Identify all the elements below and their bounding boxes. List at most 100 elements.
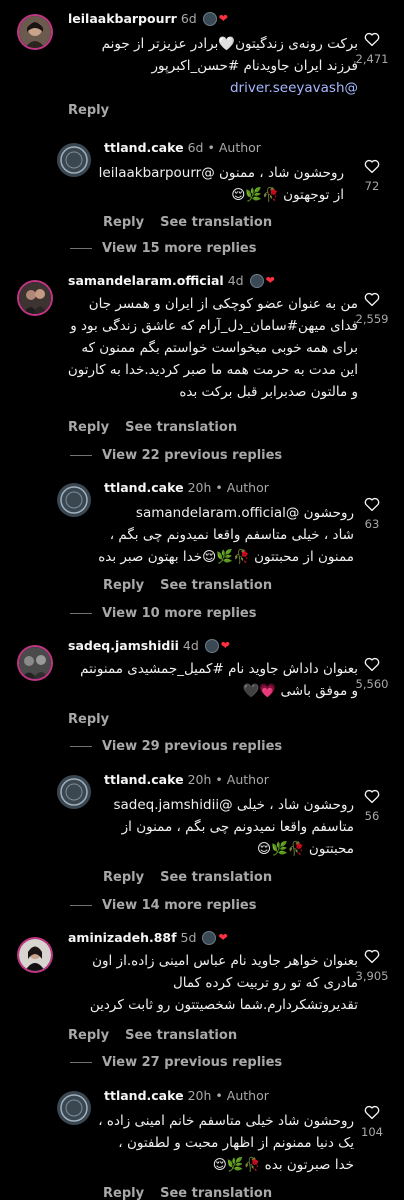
heart-outline-icon[interactable]	[363, 30, 381, 48]
comment-item: sadeq.jamshidii 4d ❤ بعنوان داداش جاوید …	[0, 633, 404, 733]
heart-icon: ❤	[218, 931, 228, 944]
heart-outline-icon[interactable]	[363, 655, 381, 673]
view-previous-replies-button[interactable]: View 29 previous replies	[70, 739, 282, 754]
timestamp: 4d	[227, 273, 244, 288]
avatar[interactable]	[57, 143, 91, 177]
divider	[70, 1062, 92, 1063]
divider	[70, 455, 92, 456]
view-more-replies-button[interactable]: View 14 more replies	[70, 898, 257, 913]
avatar[interactable]	[19, 282, 51, 314]
author-label: Author	[226, 1088, 269, 1103]
comment-header: ttland.cake 6d • Author	[104, 140, 261, 155]
like-control[interactable]: 5,560	[350, 655, 394, 691]
username[interactable]: ttland.cake	[104, 140, 184, 155]
like-control[interactable]: 56	[350, 787, 394, 823]
like-control[interactable]: 2,559	[350, 290, 394, 326]
comment-text: روحشون @samandelaram.official شاد ، خیلی…	[98, 505, 354, 565]
comment-text: روحشون شاد خیلی متاسفم خانم امینی زاده ،…	[98, 1113, 354, 1173]
like-count: 3,905	[355, 969, 389, 983]
reply-button[interactable]: Reply	[68, 103, 109, 118]
comment-text: بعنوان داداش جاوید نام #کمیل_جمشیدی ممنو…	[80, 661, 358, 699]
avatar[interactable]	[19, 647, 51, 679]
creator-liked-badge: ❤	[249, 273, 275, 288]
see-translation-button[interactable]: See translation	[160, 578, 272, 593]
comment-text: بعنوان خواهر جاوید نام عباس امینی زاده.ا…	[89, 953, 358, 1013]
heart-outline-icon[interactable]	[363, 290, 381, 308]
username[interactable]: aminizadeh.88f	[68, 930, 177, 945]
reply-button[interactable]: Reply	[103, 870, 144, 885]
username[interactable]: ttland.cake	[104, 772, 184, 787]
reply-button[interactable]: Reply	[103, 215, 144, 230]
comment-header: leilaakbarpourr 6d ❤	[68, 11, 228, 26]
avatar[interactable]	[57, 483, 91, 517]
heart-outline-icon[interactable]	[363, 157, 381, 175]
creator-liked-badge: ❤	[202, 11, 228, 26]
mention-link[interactable]: @driver.seeyavash	[68, 77, 358, 99]
username[interactable]: ttland.cake	[104, 480, 184, 495]
like-count: 56	[364, 809, 380, 823]
comment-header: aminizadeh.88f 5d ❤	[68, 930, 228, 945]
heart-outline-icon[interactable]	[363, 495, 381, 513]
heart-outline-icon[interactable]	[363, 787, 381, 805]
heart-outline-icon[interactable]	[363, 1103, 381, 1121]
comment-actions: Reply See translation	[103, 215, 272, 230]
avatar[interactable]	[19, 16, 51, 48]
comment-actions: Reply See translation	[103, 578, 272, 593]
creator-liked-badge: ❤	[202, 930, 228, 945]
avatar[interactable]	[57, 775, 91, 809]
like-count: 2,471	[355, 52, 389, 66]
see-translation-button[interactable]: See translation	[160, 215, 272, 230]
like-control[interactable]: 3,905	[350, 947, 394, 983]
creator-avatar-icon	[204, 638, 219, 653]
reply-button[interactable]: Reply	[68, 1028, 109, 1043]
like-count: 2,559	[355, 312, 389, 326]
timestamp: 6d	[180, 11, 197, 26]
like-count: 104	[361, 1125, 383, 1139]
like-control[interactable]: 63	[350, 495, 394, 531]
view-more-replies-button[interactable]: View 15 more replies	[70, 241, 257, 256]
timestamp: 20h	[187, 772, 212, 787]
like-count: 63	[364, 517, 380, 531]
reply-item: ttland.cake 20h • Author روحشون شاد ، خی…	[0, 767, 404, 897]
comment-header: sadeq.jamshidii 4d ❤	[68, 638, 230, 653]
comment-text: روحشون شاد ، خیلی @sadeq.jamshidii متاسف…	[113, 797, 354, 857]
reply-button[interactable]: Reply	[68, 712, 109, 727]
view-previous-replies-button[interactable]: View 27 previous replies	[70, 1055, 282, 1070]
comment-item: leilaakbarpourr 6d ❤ برکت رونه‌ی زندگیتو…	[0, 0, 404, 130]
like-control[interactable]: 104	[350, 1103, 394, 1139]
reply-button[interactable]: Reply	[103, 578, 144, 593]
author-label: Author	[218, 140, 261, 155]
comment-text: من به عنوان عضو کوچکی از ایران و همسر جا…	[67, 296, 358, 400]
username[interactable]: sadeq.jamshidii	[68, 638, 179, 653]
reply-button[interactable]: Reply	[68, 420, 109, 435]
reply-button[interactable]: Reply	[103, 1186, 144, 1200]
comment-actions: Reply See translation	[68, 420, 237, 435]
comment-text: برکت رونه‌ی زندگیتون🤍برادر عزیزتر از جون…	[68, 33, 358, 99]
timestamp: 20h	[187, 1088, 212, 1103]
username[interactable]: leilaakbarpourr	[68, 11, 177, 26]
avatar[interactable]	[19, 939, 51, 971]
divider	[70, 248, 92, 249]
comment-item: aminizadeh.88f 5d ❤ بعنوان خواهر جاوید ن…	[0, 925, 404, 1045]
view-previous-replies-button[interactable]: View 22 previous replies	[70, 448, 282, 463]
username[interactable]: ttland.cake	[104, 1088, 184, 1103]
comment-actions: Reply See translation	[103, 1186, 272, 1200]
heart-outline-icon[interactable]	[363, 947, 381, 965]
see-translation-button[interactable]: See translation	[160, 870, 272, 885]
like-control[interactable]: 72	[350, 157, 394, 193]
see-translation-button[interactable]: See translation	[125, 420, 237, 435]
timestamp: 6d	[187, 140, 204, 155]
author-label: Author	[226, 772, 269, 787]
username[interactable]: samandelaram.official	[68, 273, 224, 288]
timestamp: 5d	[180, 930, 197, 945]
divider	[70, 905, 92, 906]
creator-avatar-icon	[202, 11, 217, 26]
avatar[interactable]	[57, 1091, 91, 1125]
author-label: Author	[226, 480, 269, 495]
see-translation-button[interactable]: See translation	[160, 1186, 272, 1200]
like-control[interactable]: 2,471	[350, 30, 394, 66]
see-translation-button[interactable]: See translation	[125, 1028, 237, 1043]
creator-liked-badge: ❤	[204, 638, 230, 653]
heart-icon: ❤	[220, 639, 230, 652]
view-more-replies-button[interactable]: View 10 more replies	[70, 606, 257, 621]
